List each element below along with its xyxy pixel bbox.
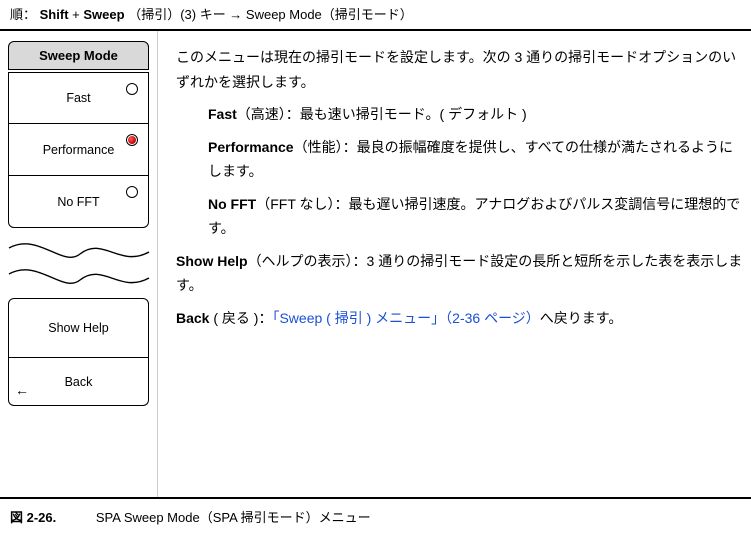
menu-item-fast[interactable]: Fast — [8, 72, 149, 124]
radio-icon — [126, 186, 138, 198]
desc-nofft-jp: （FFT なし）：最も遅い掃引速度。アナログおよびパルス変調信号に理想的です。 — [208, 196, 740, 237]
menu-header-label: Sweep Mode — [39, 48, 118, 63]
menu-header: Sweep Mode — [8, 41, 149, 70]
desc-back: Back ( 戻る )：「Sweep ( 掃引 ) メニュー」（2-36 ページ… — [176, 306, 745, 331]
menu-item-performance[interactable]: Performance — [8, 124, 149, 176]
menu-item-back[interactable]: Back ← — [8, 358, 149, 406]
desc-fast: Fast（高速）：最も速い掃引モード。( デフォルト ) — [176, 102, 745, 127]
menu-item-label: Show Help — [48, 321, 108, 335]
softkey-menu: Sweep Mode Fast Performance No FFT Show … — [0, 31, 158, 497]
desc-nofft: No FFT（FFT なし）：最も遅い掃引速度。アナログおよびパルス変調信号に理… — [176, 192, 745, 241]
desc-showhelp: Show Help（ヘルプの表示）：3 通りの掃引モード設定の長所と短所を示した… — [176, 249, 745, 298]
desc-back-post: へ戻ります。 — [540, 310, 623, 326]
crumb-prefix: 順： — [10, 7, 36, 22]
intro-text: このメニューは現在の掃引モードを設定します。次の 3 通りの掃引モードオプション… — [176, 45, 745, 94]
desc-back-pre: ( 戻る )： — [209, 310, 272, 326]
crumb-shift: Shift — [40, 7, 69, 22]
description-column: このメニューは現在の掃引モードを設定します。次の 3 通りの掃引モードオプション… — [158, 31, 751, 497]
menu-item-label: Back — [65, 375, 93, 389]
menu-item-label: Performance — [43, 143, 115, 157]
term-fast: Fast — [208, 106, 237, 122]
menu-gap-icon — [8, 234, 149, 292]
desc-help-jp: （ヘルプの表示）：3 通りの掃引モード設定の長所と短所を示した表を表示します。 — [176, 253, 742, 294]
crumb-sweep-jp: （掃引）(3) キー → Sweep Mode（掃引モード） — [128, 7, 413, 22]
figure-caption: 図 2-26. SPA Sweep Mode（SPA 掃引モード）メニュー — [0, 499, 751, 532]
menu-item-nofft[interactable]: No FFT — [8, 176, 149, 228]
term-nofft: No FFT — [208, 196, 256, 212]
main-panel: Sweep Mode Fast Performance No FFT Show … — [0, 29, 751, 499]
desc-performance: Performance（性能）：最良の振幅確度を提供し、すべての仕様が満たされる… — [176, 135, 745, 184]
radio-icon — [126, 134, 138, 146]
desc-fast-jp: （高速）：最も速い掃引モード。( デフォルト ) — [237, 106, 527, 122]
menu-item-label: No FFT — [57, 195, 99, 209]
menu-bottom-block: Show Help Back ← — [8, 298, 149, 406]
crumb-sep1: + — [72, 7, 83, 22]
crumb-sweep-btn: Sweep — [83, 7, 124, 22]
menu-item-show-help[interactable]: Show Help — [8, 298, 149, 358]
figure-number: 図 2-26. — [10, 510, 56, 525]
term-performance: Performance — [208, 139, 294, 155]
radio-icon — [126, 83, 138, 95]
figure-title: SPA Sweep Mode（SPA 掃引モード）メニュー — [96, 510, 371, 525]
breadcrumb: 順： Shift + Sweep （掃引）(3) キー → Sweep Mode… — [0, 0, 751, 29]
link-sweep-menu[interactable]: 「Sweep ( 掃引 ) メニュー」（2-36 ページ） — [272, 310, 539, 326]
back-arrow-icon: ← — [15, 383, 29, 397]
term-showhelp: Show Help — [176, 253, 248, 269]
menu-item-label: Fast — [66, 91, 90, 105]
term-back: Back — [176, 310, 209, 326]
